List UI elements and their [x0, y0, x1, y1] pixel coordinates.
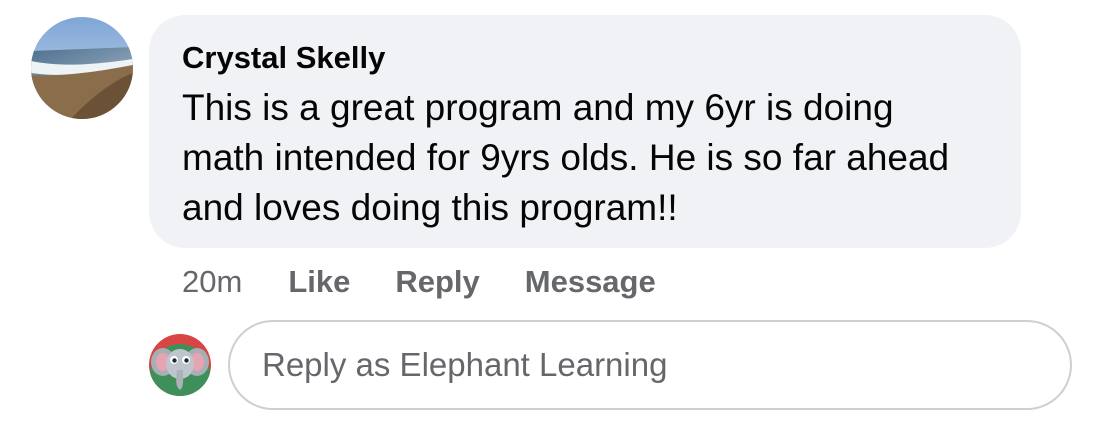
comment-text: This is a great program and my 6yr is do… [182, 87, 950, 228]
reply-input-box[interactable] [228, 320, 1072, 410]
commenter-avatar[interactable] [31, 17, 133, 119]
comment-author[interactable]: Crystal Skelly [182, 39, 987, 77]
reply-button[interactable]: Reply [395, 264, 479, 300]
beach-photo-icon [31, 17, 133, 119]
comment-timestamp[interactable]: 20m [182, 264, 242, 300]
replier-avatar[interactable] [149, 334, 211, 396]
message-button[interactable]: Message [525, 264, 656, 300]
elephant-icon [149, 334, 211, 396]
comment-bubble: Crystal Skelly This is a great program a… [149, 15, 1021, 248]
like-button[interactable]: Like [288, 264, 350, 300]
comment-actions: 20m Like Reply Message [182, 262, 656, 302]
reply-input[interactable] [260, 345, 1044, 385]
